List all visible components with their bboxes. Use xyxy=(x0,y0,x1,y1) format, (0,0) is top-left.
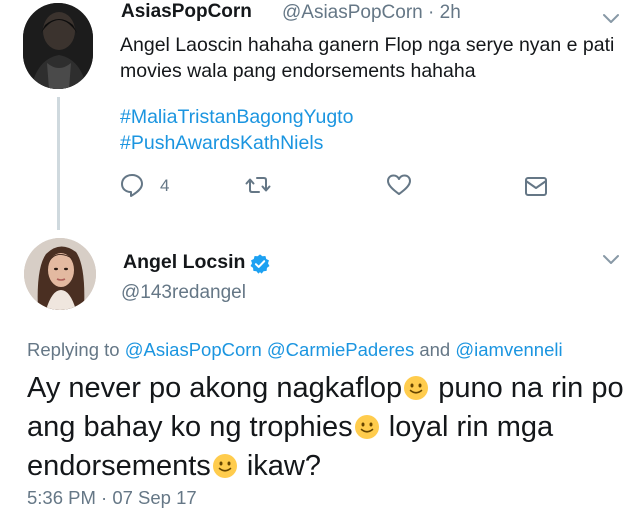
retweet-icon[interactable] xyxy=(245,172,271,198)
handle: @143redangel xyxy=(121,282,246,303)
display-name[interactable]: Angel Locsin xyxy=(123,251,245,274)
slightly-smiling-face-emoji-icon xyxy=(212,454,237,478)
avatar-image xyxy=(24,238,96,310)
mention-link[interactable]: @iamvenneli xyxy=(455,339,562,360)
display-name[interactable]: AsiasPopCorn xyxy=(121,1,252,23)
replying-and-label: and xyxy=(419,339,451,360)
reply-icon[interactable] xyxy=(119,172,145,198)
tweet-text: Ay never po akong nagkaflop puno na rin … xyxy=(27,369,627,486)
mention-link[interactable]: @AsiasPopCorn xyxy=(125,339,262,360)
handle-and-time: @AsiasPopCorn · 2h xyxy=(282,2,461,23)
chevron-down-icon[interactable] xyxy=(603,13,619,25)
mention-link[interactable]: @CarmiePaderes xyxy=(267,339,414,360)
replying-to-label: Replying to xyxy=(27,339,120,360)
avatar-angel-locsin[interactable] xyxy=(24,238,96,310)
chevron-down-icon[interactable] xyxy=(603,254,619,266)
tweet-timestamp[interactable]: 5:36 PM · 07 Sep 17 xyxy=(27,487,197,509)
hashtag-link[interactable]: #MaliaTristanBagongYugto xyxy=(120,106,353,129)
slightly-smiling-face-emoji-icon xyxy=(354,415,379,439)
replying-to-line: Replying to @AsiasPopCorn @CarmiePaderes… xyxy=(27,339,563,361)
slightly-smiling-face-emoji-icon xyxy=(404,376,429,400)
tweet-text-part: ikaw? xyxy=(238,450,321,482)
heart-icon[interactable] xyxy=(386,172,412,198)
avatar-image xyxy=(23,3,93,89)
tweet-text-part: Ay never po akong nagkaflop xyxy=(27,372,403,404)
envelope-icon[interactable] xyxy=(523,174,549,200)
verified-badge-icon xyxy=(250,254,270,274)
hashtag-link[interactable]: #PushAwardsKathNiels xyxy=(120,132,323,155)
thread-connector-line xyxy=(57,97,60,230)
reply-count: 4 xyxy=(160,176,170,195)
avatar-asiaspopcorn[interactable] xyxy=(23,3,93,89)
tweet-text: Angel Laoscin hahaha ganern Flop nga ser… xyxy=(120,34,615,82)
